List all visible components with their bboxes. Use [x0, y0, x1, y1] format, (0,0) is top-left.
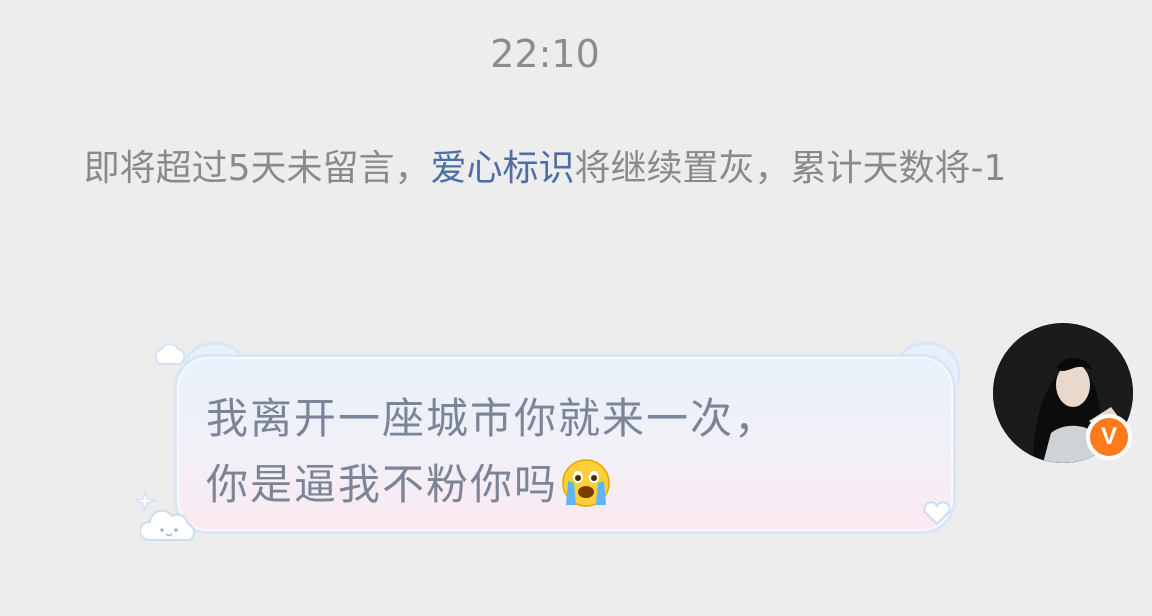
verified-v-badge: V: [1086, 414, 1132, 460]
notice-prefix: 即将超过5天未留言，: [83, 148, 431, 189]
message-line-1: 我离开一座城市你就来一次，: [206, 394, 779, 443]
message-line-2-text: 你是逼我不粉你吗: [206, 460, 559, 509]
chat-window: 22:10 即将超过5天未留言，爱心标识将继续置灰，累计天数将-1 我离开一座城…: [0, 0, 1152, 616]
message-line-2: 你是逼我不粉你吗: [206, 452, 926, 518]
system-notice: 即将超过5天未留言，爱心标识将继续置灰，累计天数将-1: [40, 144, 1050, 194]
message-bubble[interactable]: 我离开一座城市你就来一次， 你是逼我不粉你吗: [134, 340, 964, 550]
heart-icon: [923, 501, 951, 526]
message-text: 我离开一座城市你就来一次， 你是逼我不粉你吗: [206, 386, 926, 518]
cloud-face-icon: [140, 509, 195, 541]
loudly-crying-face-icon: [562, 459, 610, 507]
notice-suffix: 将继续置灰，累计天数将-1: [574, 148, 1007, 189]
heart-badge-link[interactable]: 爱心标识: [430, 148, 574, 189]
message-timestamp: 22:10: [490, 32, 600, 76]
